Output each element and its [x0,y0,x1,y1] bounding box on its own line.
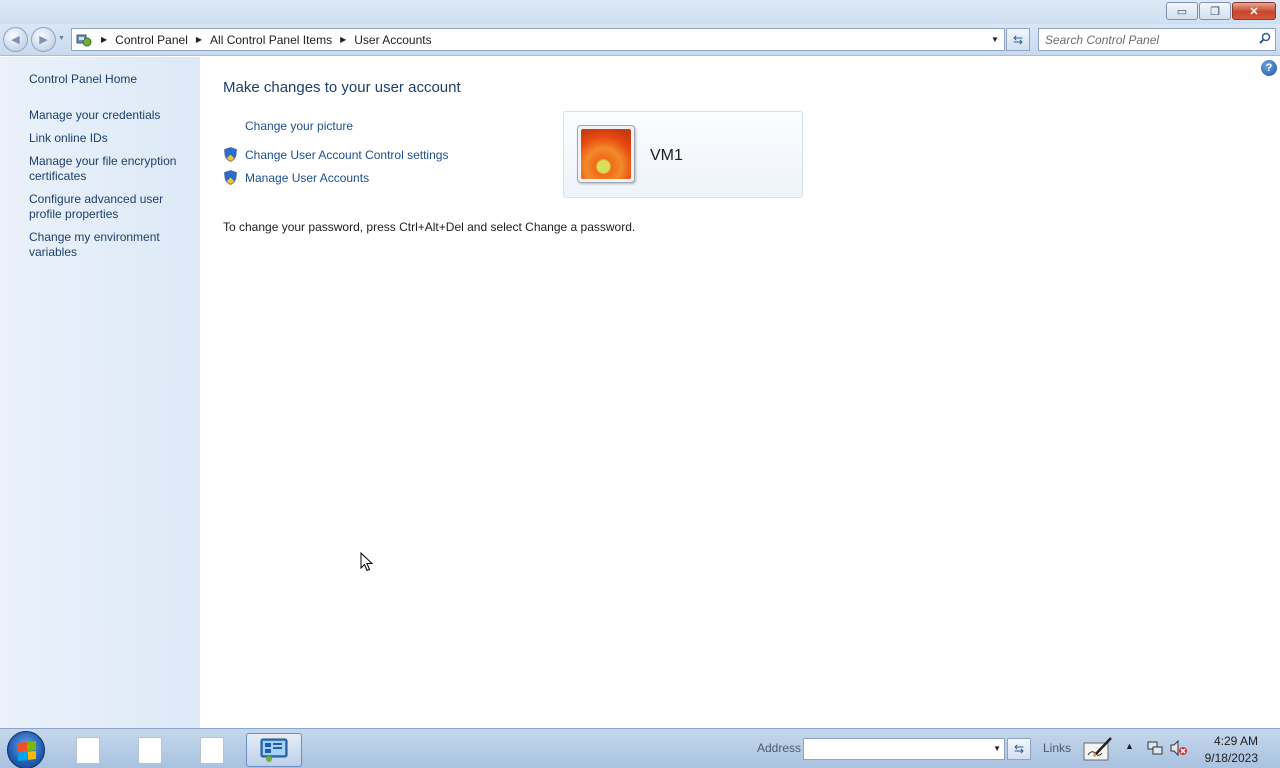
taskbar: Address ▼ ⇆ Links ▲ 4:29 AM 9/18/2023 [0,728,1280,768]
left-task-pane: Control Panel Home Manage your credentia… [0,57,200,728]
network-icon[interactable] [1147,740,1163,756]
taskbar-item-document[interactable] [184,733,240,767]
links-toolbar-label[interactable]: Links [1043,741,1071,755]
main-content: ? Make changes to your user account Chan… [200,57,1280,728]
taskbar-address-box[interactable]: ▼ [803,738,1005,760]
window-controls: ▭ ❐ ✕ [1165,2,1276,20]
breadcrumb-separator-icon[interactable]: ▶ [196,35,202,44]
breadcrumb-separator-icon[interactable]: ▶ [101,35,107,44]
refresh-icon: ⇆ [1012,32,1024,47]
shield-icon [224,170,237,185]
uac-settings-link[interactable]: Change User Account Control settings [245,148,448,162]
close-icon: ✕ [1249,5,1259,18]
shield-icon [224,147,237,162]
restore-button[interactable]: ❐ [1199,2,1231,20]
tablet-input-panel-icon[interactable] [1082,735,1114,763]
navigation-bar: ◀ ▶ ▼ ▶ Control Panel ▶ All Control Pane… [0,24,1280,56]
minimize-button[interactable]: ▭ [1166,2,1198,20]
control-panel-icon [75,32,93,48]
document-icon [138,736,162,764]
page-title: Make changes to your user account [223,79,461,96]
clock-date[interactable]: 9/18/2023 [1198,751,1258,765]
change-picture-link[interactable]: Change your picture [245,119,353,133]
document-icon [76,736,100,764]
taskbar-item-document[interactable] [60,733,116,767]
minimize-icon: ▭ [1176,5,1188,18]
clock-time[interactable]: 4:29 AM [1198,734,1258,748]
password-instructions: To change your password, press Ctrl+Alt+… [223,220,636,234]
show-hidden-icons-button[interactable]: ▲ [1125,741,1134,751]
chevron-down-icon[interactable]: ▼ [993,744,1001,753]
breadcrumb-all-items[interactable]: All Control Panel Items [210,33,332,47]
breadcrumb-separator-icon[interactable]: ▶ [340,35,346,44]
flower-picture-icon [581,129,631,179]
user-name: VM1 [650,147,683,164]
user-account-tile: VM1 [563,111,803,198]
sidebar-item-online-ids[interactable]: Link online IDs [29,131,194,146]
go-arrows-icon: ⇆ [1013,742,1025,756]
back-arrow-icon: ◀ [11,34,20,46]
search-box[interactable] [1038,28,1276,51]
forward-button[interactable]: ▶ [31,27,56,52]
taskbar-item-control-panel[interactable] [246,733,302,767]
address-toolbar-label: Address [757,741,802,755]
taskbar-item-document[interactable] [122,733,178,767]
restore-icon: ❐ [1210,5,1220,18]
refresh-button[interactable]: ⇆ [1006,28,1030,51]
start-button[interactable] [7,731,45,768]
sidebar-item-profile-properties[interactable]: Configure advanced user profile properti… [29,192,194,222]
sidebar-item-environment-variables[interactable]: Change my environment variables [29,230,194,260]
search-icon[interactable] [1259,32,1271,47]
user-picture [577,125,635,183]
search-input[interactable] [1039,29,1249,50]
volume-muted-icon[interactable] [1170,740,1188,756]
close-button[interactable]: ✕ [1232,2,1276,20]
back-button[interactable]: ◀ [3,27,28,52]
address-history-dropdown[interactable]: ▼ [986,29,1004,50]
sidebar-item-encryption-certificates[interactable]: Manage your file encryption certificates [29,154,194,184]
forward-arrow-icon: ▶ [39,34,48,46]
help-icon[interactable]: ? [1261,60,1277,76]
recent-pages-dropdown[interactable]: ▼ [58,35,65,42]
address-bar[interactable]: ▶ Control Panel ▶ All Control Panel Item… [71,28,1005,51]
manage-user-accounts-link[interactable]: Manage User Accounts [245,171,369,185]
address-go-button[interactable]: ⇆ [1007,738,1031,760]
taskbar-address-input[interactable] [804,739,986,759]
control-panel-home-link[interactable]: Control Panel Home [29,72,194,87]
mouse-cursor-icon [360,552,374,572]
windows-logo-icon [18,741,36,761]
sidebar-item-credentials[interactable]: Manage your credentials [29,108,194,123]
breadcrumb-control-panel[interactable]: Control Panel [115,33,188,47]
breadcrumb-user-accounts[interactable]: User Accounts [354,33,431,47]
title-bar: ▭ ❐ ✕ [0,0,1280,24]
document-icon [200,736,224,764]
control-panel-icon [260,738,288,762]
